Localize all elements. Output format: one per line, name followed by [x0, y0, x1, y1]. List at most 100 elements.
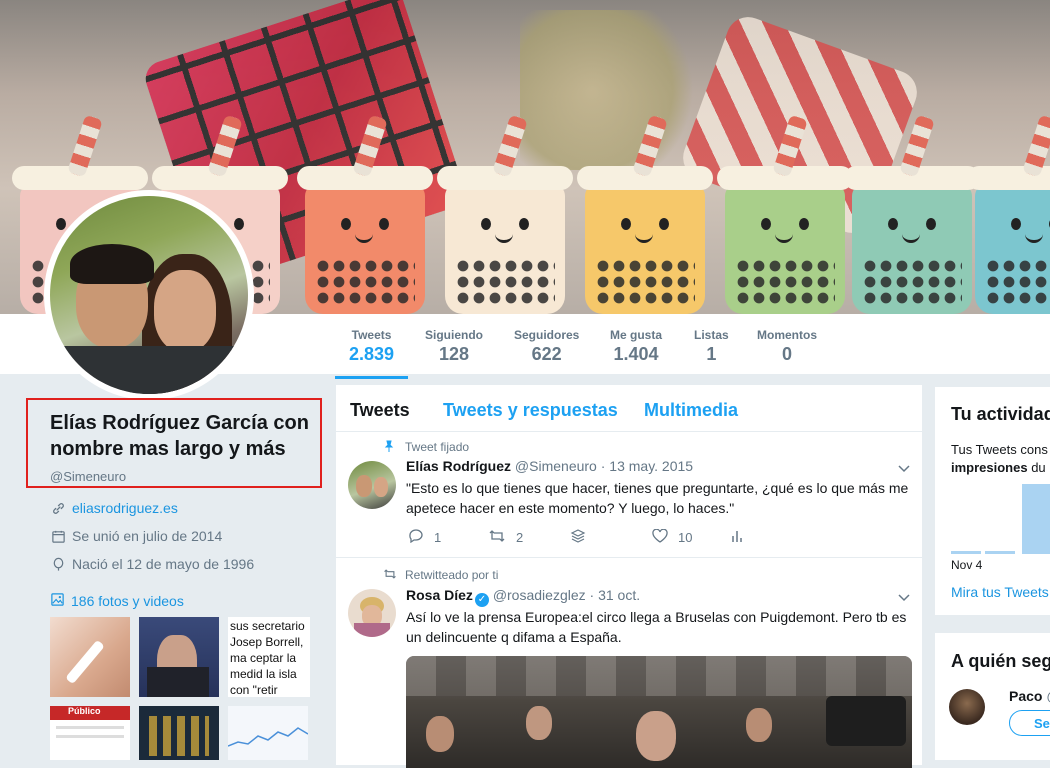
- nav-label: Listas: [694, 328, 729, 342]
- nav-count: 2.839: [349, 344, 395, 364]
- activity-bar[interactable]: [951, 551, 981, 554]
- retweet-count: 2: [516, 530, 524, 545]
- tweet-text: Así lo ve la prensa Europea:el circo lle…: [406, 609, 907, 645]
- tweet-context-text: Tweet fijado: [405, 440, 470, 454]
- banner-cup: [717, 114, 853, 314]
- birthday-text: Nació el 12 de mayo de 1996: [72, 556, 255, 572]
- link-icon: [50, 500, 66, 516]
- photos-videos-link[interactable]: 186 fotos y videos: [50, 592, 184, 610]
- stack-button[interactable]: [570, 529, 586, 546]
- tweet-date[interactable]: · 13 may. 2015: [601, 458, 693, 474]
- activity-bar[interactable]: [985, 551, 1015, 554]
- analytics-button[interactable]: [730, 529, 744, 546]
- reply-button[interactable]: 1: [408, 529, 441, 546]
- website-link[interactable]: eliasrodriguez.es: [72, 500, 178, 516]
- tweet-author-handle[interactable]: @Simeneuro: [515, 458, 597, 474]
- nav-label: Me gusta: [610, 328, 663, 342]
- timeline-tabs: Tweets Tweets y respuestas Multimedia: [336, 385, 922, 432]
- birthday-row: Nació el 12 de mayo de 1996: [50, 556, 254, 572]
- who-to-follow-card: A quién seg Paco @ Se: [935, 633, 1050, 760]
- stack-icon: [570, 529, 586, 546]
- nav-label: Seguidores: [514, 328, 580, 342]
- tweet-text: "Esto es lo que tienes que hacer, tienes…: [406, 480, 909, 516]
- tweet-context: Tweet fijado: [384, 440, 470, 454]
- tweet-header: Elías Rodríguez @Simeneuro · 13 may. 201…: [406, 458, 693, 474]
- tweet-author-name[interactable]: Elías Rodríguez: [406, 458, 511, 474]
- tweet-context-text: Retwitteado por ti: [405, 568, 499, 582]
- media-thumbnail[interactable]: [50, 617, 130, 697]
- like-button[interactable]: 10: [652, 528, 693, 546]
- media-thumbnail[interactable]: Público: [50, 706, 130, 760]
- nav-count: 128: [438, 344, 470, 364]
- who-to-follow-title: A quién seg: [951, 651, 1050, 671]
- nav-following[interactable]: Siguiendo 128: [425, 328, 483, 365]
- nav-lists[interactable]: Listas 1: [694, 328, 729, 365]
- pin-icon: [383, 440, 395, 455]
- banner-cup: [844, 114, 980, 314]
- tweet-avatar[interactable]: [348, 461, 396, 509]
- view-tweets-link[interactable]: Mira tus Tweets: [951, 584, 1049, 600]
- thumbnail-text: Público: [50, 706, 130, 720]
- calendar-icon: [50, 528, 66, 544]
- tweet-author-name[interactable]: Rosa Díez: [406, 587, 473, 603]
- nav-count: 1: [706, 344, 717, 364]
- nav-followers[interactable]: Seguidores 622: [514, 328, 579, 365]
- banner-cup: [967, 114, 1050, 314]
- nav-label: Tweets: [351, 328, 392, 342]
- banner-blur-decoration: [520, 10, 700, 170]
- media-thumbnail[interactable]: sus secretario Josep Borrell, ma ceptar …: [228, 617, 310, 697]
- tweet-header: Rosa Díez ✓ @rosadiezglez · 31 oct.: [406, 587, 640, 607]
- tweet-media-image[interactable]: [406, 656, 912, 768]
- thumbnail-text: sus secretario Josep Borrell, ma ceptar …: [230, 619, 305, 697]
- nav-likes[interactable]: Me gusta 1.404: [610, 328, 662, 365]
- suggested-user-name[interactable]: Paco: [1009, 688, 1042, 704]
- retweet-button[interactable]: 2: [488, 529, 523, 546]
- tab-media[interactable]: Multimedia: [644, 400, 738, 421]
- media-thumbnail[interactable]: [228, 706, 308, 760]
- tab-tweets[interactable]: Tweets: [350, 400, 410, 421]
- chevron-down-icon[interactable]: [898, 462, 910, 476]
- timeline: Tweets Tweets y respuestas Multimedia Tw…: [336, 385, 922, 768]
- tweet[interactable]: Retwitteado por ti Rosa Díez ✓ @rosadiezg…: [336, 558, 922, 768]
- banner-cup: [577, 114, 713, 314]
- media-thumbnail[interactable]: [139, 706, 219, 760]
- joined-row: Se unió en julio de 2014: [50, 528, 222, 544]
- activity-line2: impresiones du: [951, 460, 1046, 475]
- joined-text: Se unió en julio de 2014: [72, 528, 223, 544]
- heart-icon: [652, 528, 668, 546]
- analytics-icon: [730, 529, 744, 546]
- profile-avatar[interactable]: [44, 190, 254, 400]
- media-thumbnail[interactable]: [139, 617, 219, 697]
- activity-line1: Tus Tweets cons: [951, 442, 1048, 457]
- nav-count: 1.404: [613, 344, 659, 364]
- activity-bar[interactable]: [1022, 484, 1050, 554]
- activity-impressions: impresiones: [951, 460, 1028, 475]
- tweet[interactable]: Tweet fijado Elías Rodríguez @Simeneuro …: [336, 432, 922, 558]
- suggested-user-handle[interactable]: @: [1046, 688, 1050, 704]
- banner-cup: [297, 114, 433, 314]
- nav-tweets[interactable]: Tweets 2.839: [334, 328, 409, 379]
- image-icon: [50, 592, 65, 610]
- tweet-date[interactable]: · 31 oct.: [590, 587, 641, 603]
- nav-label: Siguiendo: [425, 328, 483, 342]
- suggested-user-name-row: Paco @: [1009, 688, 1050, 704]
- tweet-author-handle[interactable]: @rosadiezglez: [493, 587, 586, 603]
- nav-count: 622: [531, 344, 562, 364]
- balloon-icon: [50, 556, 66, 572]
- nav-label: Momentos: [757, 328, 817, 342]
- chevron-down-icon[interactable]: [898, 591, 910, 605]
- tweet-avatar[interactable]: [348, 589, 396, 637]
- tweet-context: Retwitteado por ti: [384, 568, 499, 582]
- nav-moments[interactable]: Momentos 0: [757, 328, 817, 365]
- activity-title: Tu actividad: [951, 404, 1050, 424]
- suggested-user-avatar[interactable]: [949, 689, 985, 725]
- activity-line2-rest: du: [1027, 460, 1046, 475]
- profile-handle[interactable]: @Simeneuro: [50, 469, 126, 484]
- like-count: 10: [678, 530, 693, 545]
- activity-date-label: Nov 4: [951, 558, 983, 572]
- profile-name[interactable]: Elías Rodríguez García con nombre mas la…: [50, 410, 320, 462]
- retweet-icon: [488, 529, 506, 546]
- nav-count: 0: [781, 344, 792, 364]
- follow-button[interactable]: Se: [1009, 710, 1050, 736]
- tab-tweets-replies[interactable]: Tweets y respuestas: [443, 400, 618, 421]
